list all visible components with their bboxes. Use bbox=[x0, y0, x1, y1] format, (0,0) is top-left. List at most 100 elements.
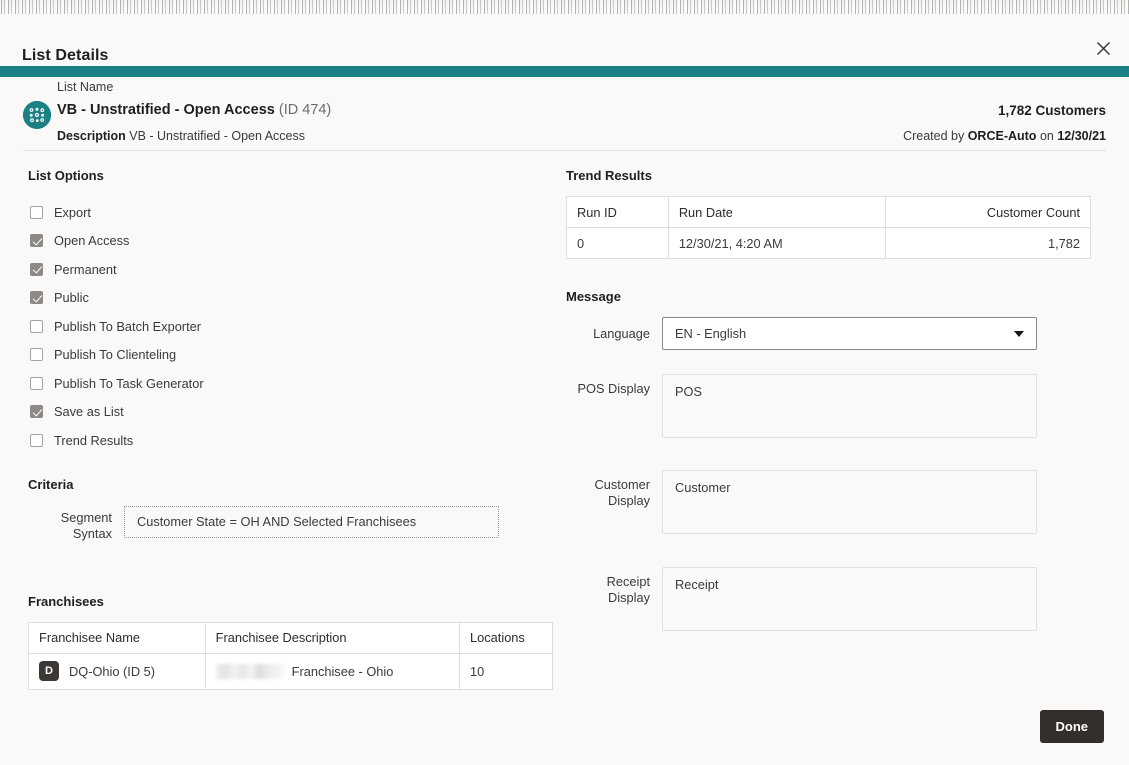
list-option-row[interactable]: Publish To Task Generator bbox=[28, 369, 548, 398]
franchisees-table-head: Franchisee Name Franchisee Description L… bbox=[28, 621, 553, 654]
list-option-row[interactable]: Publish To Clienteling bbox=[28, 341, 548, 370]
trend-table-head: Run ID Run Date Customer Count bbox=[566, 196, 1091, 228]
list-details-dialog: List Details List Name VB - Unstratified… bbox=[0, 0, 1129, 765]
cell-locations: 10 bbox=[459, 652, 553, 690]
franchisee-description-text: Franchisee - Ohio bbox=[291, 663, 394, 679]
column-franchisee-name: Franchisee Name bbox=[28, 621, 206, 654]
created-prefix: Created by bbox=[903, 129, 965, 143]
list-option-row[interactable]: Export bbox=[28, 198, 548, 227]
list-option-row[interactable]: Permanent bbox=[28, 255, 548, 284]
dialog-titlebar: List Details bbox=[0, 14, 1129, 66]
customer-display-label: Customer Display bbox=[594, 477, 650, 508]
customer-display-input[interactable] bbox=[662, 470, 1037, 534]
checkbox-publish-to-task-generator[interactable] bbox=[30, 376, 43, 390]
redacted-text-block bbox=[215, 663, 284, 679]
pos-display-input[interactable] bbox=[662, 374, 1037, 438]
criteria-heading: Criteria bbox=[28, 476, 74, 492]
column-locations: Locations bbox=[459, 621, 553, 654]
receipt-display-row: Receipt Display bbox=[566, 567, 1096, 631]
column-run-date: Run Date bbox=[667, 196, 887, 228]
column-customer-count: Customer Count bbox=[885, 196, 1091, 228]
checkbox-permanent[interactable] bbox=[30, 262, 43, 276]
list-options-group: Export Open Access Permanent Public Publish … bbox=[28, 198, 548, 455]
message-section: Message Language EN - English POS Displa… bbox=[566, 289, 1096, 631]
customer-count-badge: 1,782 Customers bbox=[997, 103, 1106, 118]
column-franchisee-description: Franchisee Description bbox=[204, 621, 461, 654]
column-run-id: Run ID bbox=[566, 196, 669, 228]
trend-results-heading: Trend Results bbox=[566, 168, 652, 183]
list-option-row[interactable]: Save as List bbox=[28, 398, 548, 427]
pos-display-row: POS Display bbox=[566, 374, 1096, 438]
created-on-word: on bbox=[1039, 129, 1054, 143]
checkbox-export[interactable] bbox=[30, 205, 43, 219]
message-heading: Message bbox=[566, 289, 621, 304]
list-option-label: Public bbox=[54, 290, 89, 306]
checkbox-trend-results[interactable] bbox=[30, 433, 43, 447]
created-by-user: ORCE-Auto bbox=[967, 129, 1037, 143]
list-option-label: Trend Results bbox=[54, 432, 134, 448]
list-option-row[interactable]: Open Access bbox=[28, 227, 548, 256]
list-option-label: Publish To Batch Exporter bbox=[54, 318, 202, 334]
list-name-text: VB - Unstratified - Open Access bbox=[57, 102, 275, 118]
franchisees-heading: Franchisees bbox=[28, 593, 104, 609]
list-name-value: VB - Unstratified - Open Access (ID 474) bbox=[57, 102, 331, 118]
franchisees-section: Franchisees Franchisee Name Franchisee D… bbox=[28, 593, 553, 690]
franchisees-table: Franchisee Name Franchisee Description L… bbox=[28, 621, 553, 690]
checkbox-save-as-list[interactable] bbox=[30, 405, 43, 419]
receipt-display-input[interactable] bbox=[662, 567, 1037, 631]
list-option-label: Publish To Task Generator bbox=[54, 375, 204, 391]
cell-run-date: 12/30/21, 4:20 AM bbox=[667, 227, 887, 259]
language-label: Language bbox=[593, 326, 650, 341]
header-divider bbox=[23, 150, 1106, 151]
table-row[interactable]: D DQ-Ohio (ID 5) Franchisee - Ohio 10 bbox=[28, 652, 553, 690]
trend-table-body: 0 12/30/21, 4:20 AM 1,782 bbox=[566, 227, 1091, 259]
segment-syntax-field[interactable]: Customer State = OH AND Selected Franchi… bbox=[124, 505, 499, 538]
list-option-label: Open Access bbox=[54, 233, 130, 249]
customer-list-icon bbox=[23, 101, 51, 129]
language-row: Language EN - English bbox=[566, 317, 1096, 350]
list-option-label: Save as List bbox=[54, 404, 124, 420]
list-option-row[interactable]: Publish To Batch Exporter bbox=[28, 312, 548, 341]
table-row[interactable]: 0 12/30/21, 4:20 AM 1,782 bbox=[566, 227, 1091, 259]
chevron-down-icon bbox=[1014, 330, 1024, 337]
table-header-row: Franchisee Name Franchisee Description L… bbox=[28, 621, 553, 654]
checkbox-public[interactable] bbox=[30, 291, 43, 305]
franchisee-avatar: D bbox=[39, 661, 59, 681]
checkbox-open-access[interactable] bbox=[30, 234, 43, 248]
list-option-row[interactable]: Public bbox=[28, 284, 548, 313]
trend-results-table: Run ID Run Date Customer Count 0 12/30/21… bbox=[566, 196, 1091, 259]
language-select[interactable]: EN - English bbox=[662, 317, 1037, 350]
segment-syntax-row: Segment Syntax Customer State = OH AND S… bbox=[28, 505, 548, 542]
franchisees-table-body: D DQ-Ohio (ID 5) Franchisee - Ohio 10 bbox=[28, 652, 553, 690]
list-option-label: Export bbox=[54, 204, 91, 220]
right-column: Trend Results Run ID Run Date Customer C… bbox=[566, 168, 1096, 631]
language-selected-value: EN - English bbox=[675, 326, 747, 341]
list-description: Description VB - Unstratified - Open Acc… bbox=[57, 129, 305, 143]
accent-bar bbox=[0, 66, 1129, 77]
criteria-section: Criteria Segment Syntax Customer State =… bbox=[28, 477, 548, 542]
close-icon[interactable] bbox=[1089, 34, 1117, 62]
done-button[interactable]: Done bbox=[1039, 710, 1104, 743]
customer-display-row: Customer Display bbox=[566, 470, 1096, 534]
list-header: List Name VB - Unstratified - Open Acces… bbox=[0, 77, 1129, 151]
checkbox-publish-to-batch-exporter[interactable] bbox=[30, 319, 43, 333]
description-value: VB - Unstratified - Open Access bbox=[129, 129, 306, 143]
page-background-strip bbox=[0, 0, 1129, 14]
segment-syntax-label: Segment Syntax bbox=[60, 509, 112, 541]
pos-display-label: POS Display bbox=[577, 381, 650, 396]
page-title: List Details bbox=[22, 47, 109, 64]
cell-customer-count: 1,782 bbox=[885, 227, 1091, 259]
franchisee-name-text: DQ-Ohio (ID 5) bbox=[69, 663, 156, 679]
checkbox-publish-to-clienteling[interactable] bbox=[30, 348, 43, 362]
list-name-label: List Name bbox=[57, 80, 114, 94]
list-option-row[interactable]: Trend Results bbox=[28, 426, 548, 455]
cell-franchisee-name: D DQ-Ohio (ID 5) bbox=[28, 652, 206, 690]
table-header-row: Run ID Run Date Customer Count bbox=[566, 196, 1091, 228]
left-column: List Options Export Open Access Permanent P… bbox=[28, 168, 553, 690]
list-options-heading: List Options bbox=[28, 168, 104, 183]
list-id-text: (ID 474) bbox=[278, 102, 332, 118]
list-option-label: Permanent bbox=[54, 261, 117, 277]
receipt-display-label: Receipt Display bbox=[606, 574, 650, 605]
created-date: 12/30/21 bbox=[1057, 129, 1106, 143]
created-by-info: Created by ORCE-Auto on 12/30/21 bbox=[903, 129, 1106, 143]
